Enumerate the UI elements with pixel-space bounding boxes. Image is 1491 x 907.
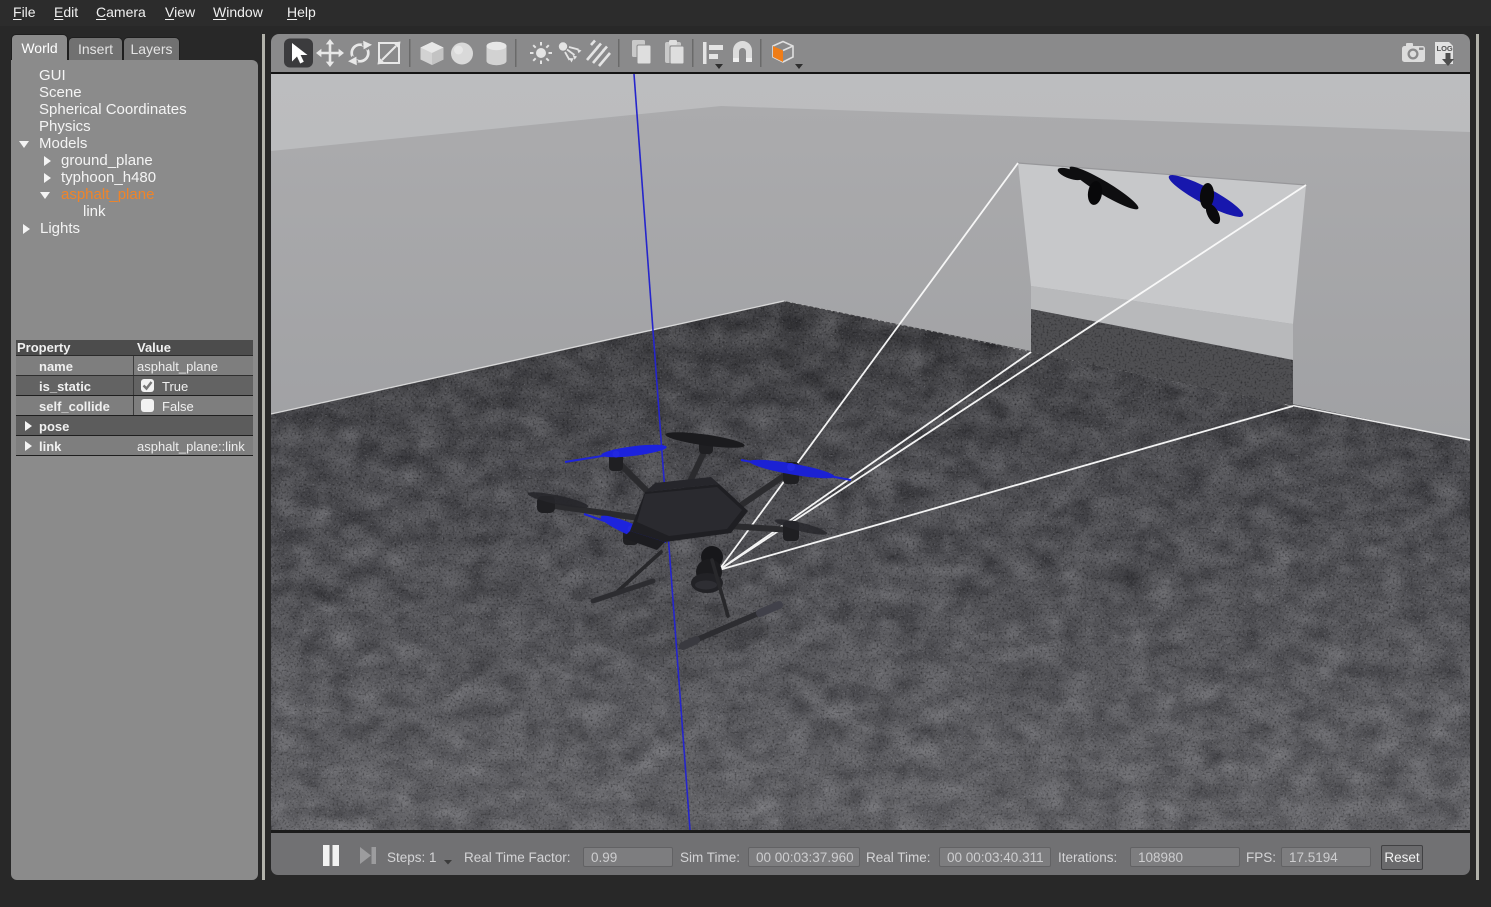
svg-text:LOG: LOG (1437, 44, 1453, 53)
